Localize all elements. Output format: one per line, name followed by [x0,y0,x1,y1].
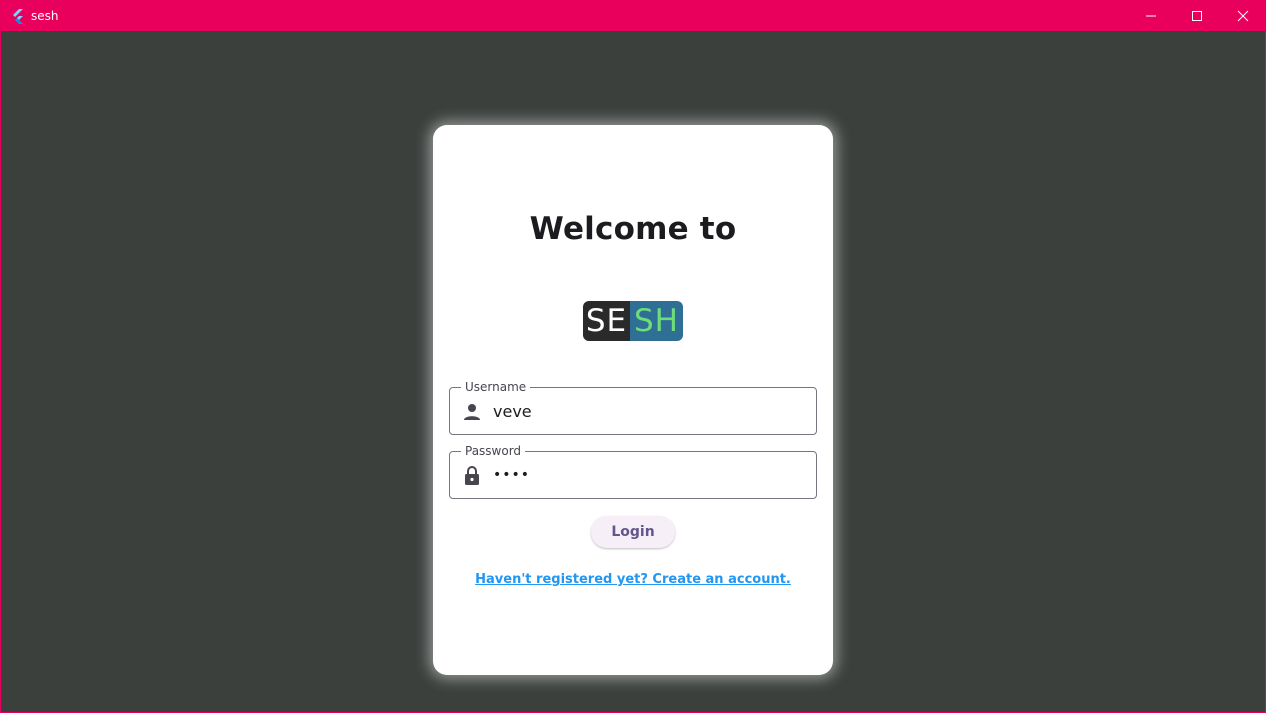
maximize-icon [1192,11,1202,21]
sesh-logo: SE SH [583,301,683,341]
window-title: sesh [31,9,59,23]
close-icon [1237,10,1249,22]
logo-left-text: SE [583,301,630,341]
maximize-button[interactable] [1174,1,1220,31]
minimize-button[interactable] [1128,1,1174,31]
flutter-app-icon [10,8,26,24]
password-input[interactable] [493,452,806,498]
lock-icon [460,464,484,488]
login-card: Welcome to SE SH Username Password [433,125,833,675]
password-field[interactable]: Password [449,444,817,499]
minimize-icon [1146,15,1156,17]
close-button[interactable] [1220,1,1266,31]
username-input[interactable] [493,388,806,434]
title-bar[interactable]: sesh [1,1,1265,31]
login-button[interactable]: Login [591,516,675,548]
username-field[interactable]: Username [449,380,817,435]
welcome-heading: Welcome to [529,211,737,247]
app-window: sesh Welcome to SE SH Username veve Pass… [0,0,1266,713]
logo-right-text: SH [630,301,683,341]
register-link[interactable]: Haven't registered yet? Create an accoun… [433,572,833,587]
person-icon [460,400,484,424]
